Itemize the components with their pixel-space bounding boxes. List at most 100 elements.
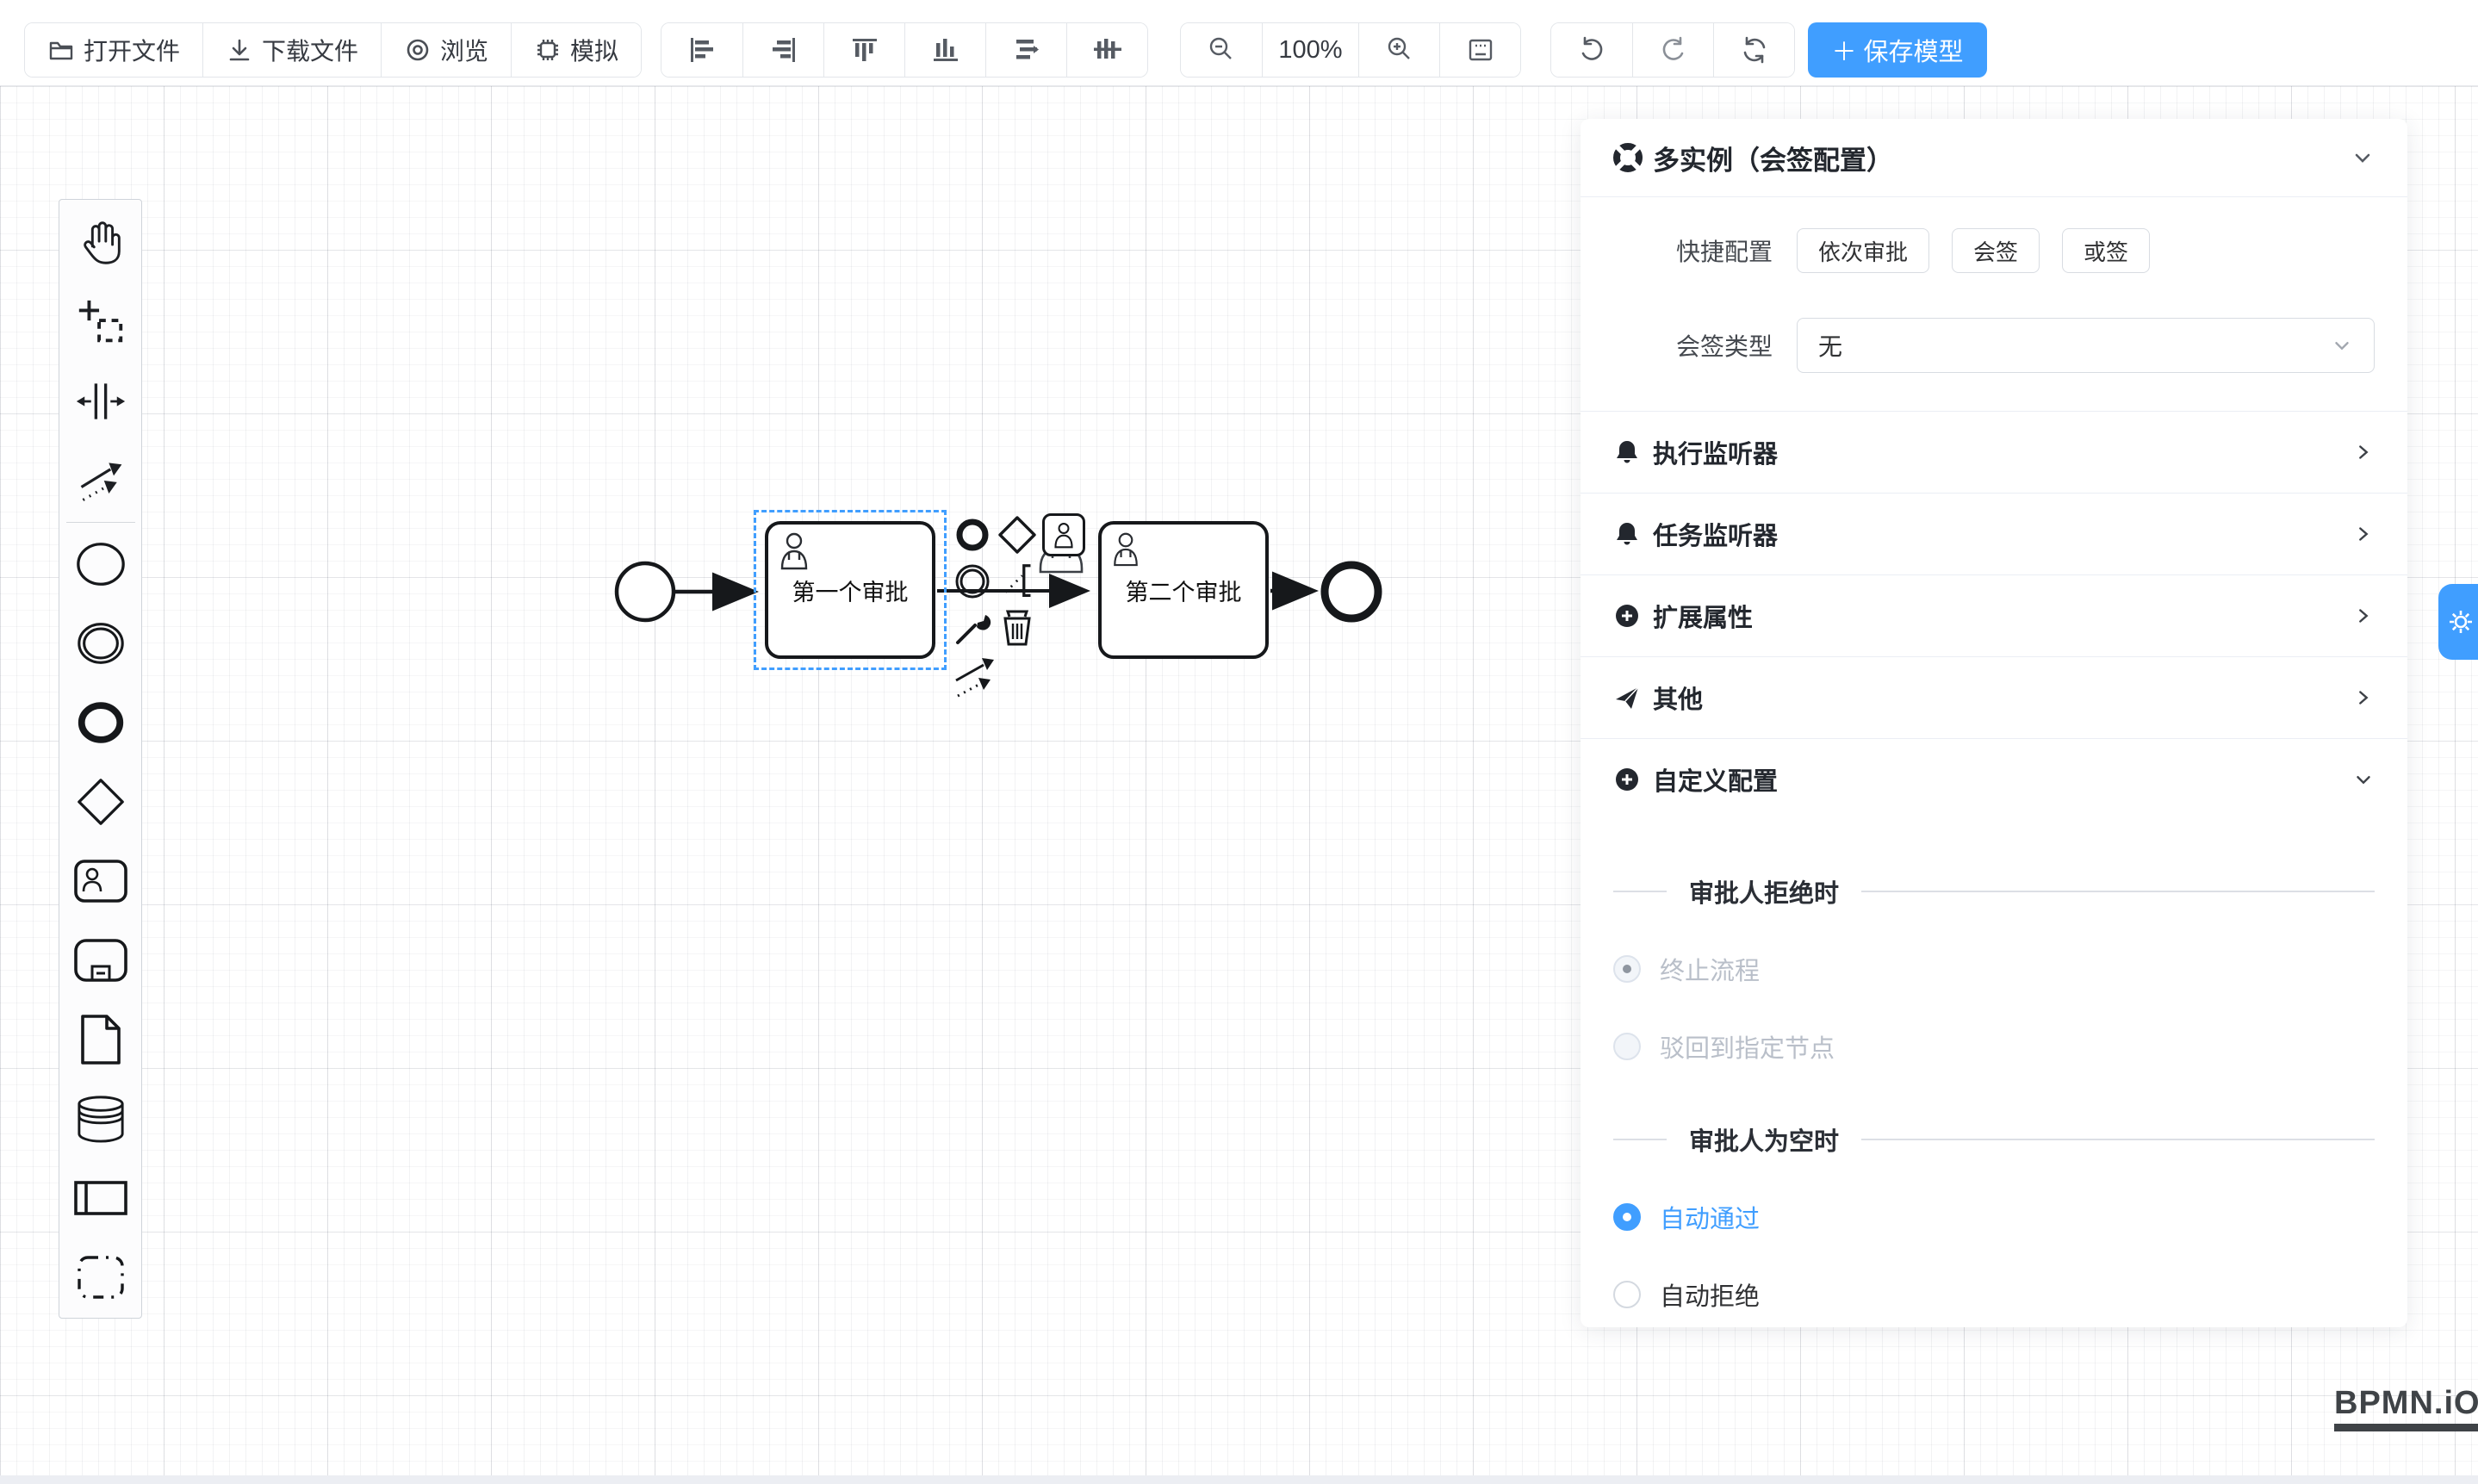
- radio-label: 自动通过: [1660, 1199, 1760, 1235]
- gear-icon: [2446, 607, 2475, 636]
- distribute-horizontal-icon: [1011, 34, 1042, 65]
- undo-button[interactable]: [1551, 23, 1632, 77]
- section-extended-properties[interactable]: 扩展属性: [1581, 574, 2407, 656]
- global-connect-icon: [75, 455, 127, 506]
- append-gateway-button[interactable]: [996, 513, 1039, 556]
- quick-config-orsign-button[interactable]: 或签: [2062, 228, 2150, 273]
- zoom-button-group: 100%: [1180, 22, 1521, 78]
- palette-data-store[interactable]: [59, 1079, 142, 1158]
- hand-tool-icon: [74, 216, 127, 270]
- distribute-vertical-button[interactable]: [1066, 23, 1147, 77]
- radio-label: 终止流程: [1660, 951, 1760, 987]
- radio-label: 自动拒绝: [1660, 1276, 1760, 1313]
- quick-config-countersign-button[interactable]: 会签: [1952, 228, 2040, 273]
- palette-data-object[interactable]: [59, 1000, 142, 1079]
- section-label: 扩展属性: [1653, 598, 2340, 634]
- history-button-group: [1550, 22, 1795, 78]
- logo-text: BPMN.iO: [2334, 1385, 2478, 1422]
- palette-hand-tool[interactable]: [59, 203, 142, 283]
- paper-plane-icon: [1613, 684, 1641, 711]
- save-model-button[interactable]: ＋ 保存模型: [1808, 22, 1987, 78]
- task-label: 第一个审批: [792, 574, 909, 607]
- align-bottom-button[interactable]: [904, 23, 985, 77]
- palette-group[interactable]: [59, 1238, 142, 1317]
- section-others[interactable]: 其他: [1581, 656, 2407, 738]
- change-type-button[interactable]: [951, 606, 994, 649]
- element-palette: [59, 199, 142, 1319]
- divider-line: [1613, 891, 1667, 892]
- fit-viewport-icon: [1465, 34, 1496, 65]
- align-left-button[interactable]: [661, 23, 742, 77]
- append-end-event-button[interactable]: [951, 513, 994, 556]
- divider-line: [1861, 891, 2375, 892]
- panel-header[interactable]: 多实例（会签配置）: [1581, 119, 2407, 196]
- align-button-group: [661, 22, 1148, 78]
- radio-button[interactable]: [1613, 1203, 1641, 1231]
- palette-end-event[interactable]: [59, 683, 142, 762]
- folder-open-icon: [47, 36, 75, 64]
- intermediate-event-icon: [74, 617, 127, 670]
- chevron-down-icon: [2331, 334, 2353, 357]
- divider-line: [1861, 1139, 2375, 1140]
- panel-toggle-tab[interactable]: [2438, 584, 2478, 660]
- toolbar: 打开文件 下载文件 浏览 模拟: [0, 0, 2478, 86]
- radio-return-to-node[interactable]: 驳回到指定节点: [1613, 1028, 2375, 1065]
- palette-subprocess[interactable]: [59, 921, 142, 1000]
- palette-gateway[interactable]: [59, 762, 142, 841]
- delete-button[interactable]: [996, 606, 1039, 649]
- plus-icon: ＋: [1831, 32, 1856, 68]
- radio-auto-pass[interactable]: 自动通过: [1613, 1199, 2375, 1235]
- lasso-tool-icon: [74, 295, 127, 349]
- quick-config-sequential-button[interactable]: 依次审批: [1797, 228, 1929, 273]
- horizontal-scrollbar[interactable]: [0, 1475, 2478, 1484]
- append-intermediate-event-button[interactable]: [951, 560, 994, 603]
- bpmn-io-logo[interactable]: BPMN.iO: [2334, 1385, 2478, 1431]
- wrench-icon: [953, 608, 992, 648]
- section-label: 自定义配置: [1653, 761, 2340, 798]
- quick-config-row: 快捷配置 依次审批 会签 或签: [1613, 228, 2375, 273]
- section-execution-listener[interactable]: 执行监听器: [1581, 411, 2407, 493]
- palette-global-connect-tool[interactable]: [59, 441, 142, 520]
- palette-participant[interactable]: [59, 1158, 142, 1238]
- zoom-in-button[interactable]: [1358, 23, 1439, 77]
- simulate-label: 模拟: [570, 33, 618, 67]
- fit-viewport-button[interactable]: [1439, 23, 1520, 77]
- preview-label: 浏览: [440, 33, 488, 67]
- task-second-approval[interactable]: 第二个审批: [1098, 521, 1269, 659]
- radio-label: 驳回到指定节点: [1660, 1028, 1835, 1065]
- palette-lasso-tool[interactable]: [59, 283, 142, 362]
- download-file-label: 下载文件: [262, 33, 358, 67]
- append-user-task-button[interactable]: [1042, 513, 1085, 556]
- chevron-down-icon[interactable]: [2351, 146, 2375, 170]
- radio-button[interactable]: [1613, 1033, 1641, 1060]
- palette-start-event[interactable]: [59, 525, 142, 604]
- palette-intermediate-event[interactable]: [59, 604, 142, 683]
- distribute-horizontal-button[interactable]: [985, 23, 1066, 77]
- palette-space-tool[interactable]: [59, 362, 142, 441]
- sign-type-select[interactable]: 无: [1797, 318, 2375, 373]
- open-file-button[interactable]: 打开文件: [25, 23, 202, 77]
- align-top-button[interactable]: [823, 23, 904, 77]
- preview-button[interactable]: 浏览: [381, 23, 511, 77]
- section-task-listener[interactable]: 任务监听器: [1581, 493, 2407, 574]
- align-right-button[interactable]: [742, 23, 823, 77]
- connect-button[interactable]: [951, 653, 1003, 701]
- radio-button[interactable]: [1613, 955, 1641, 983]
- plus-circle-icon: [1613, 602, 1641, 630]
- zoom-level-value[interactable]: 100%: [1262, 23, 1358, 77]
- multi-instance-form: 快捷配置 依次审批 会签 或签 会签类型 无: [1581, 197, 2407, 411]
- open-file-label: 打开文件: [84, 33, 180, 67]
- append-text-annotation-button[interactable]: [997, 560, 1040, 603]
- palette-user-task[interactable]: [59, 841, 142, 921]
- radio-button[interactable]: [1613, 1281, 1641, 1308]
- section-custom-config[interactable]: 自定义配置: [1581, 738, 2407, 820]
- sign-type-row: 会签类型 无: [1613, 318, 2375, 373]
- zoom-out-button[interactable]: [1181, 23, 1262, 77]
- radio-auto-reject[interactable]: 自动拒绝: [1613, 1276, 2375, 1313]
- refresh-button[interactable]: [1713, 23, 1794, 77]
- task-first-approval[interactable]: 第一个审批: [765, 521, 935, 659]
- redo-button[interactable]: [1632, 23, 1713, 77]
- download-file-button[interactable]: 下载文件: [202, 23, 381, 77]
- simulate-button[interactable]: 模拟: [511, 23, 641, 77]
- radio-terminate-process[interactable]: 终止流程: [1613, 951, 2375, 987]
